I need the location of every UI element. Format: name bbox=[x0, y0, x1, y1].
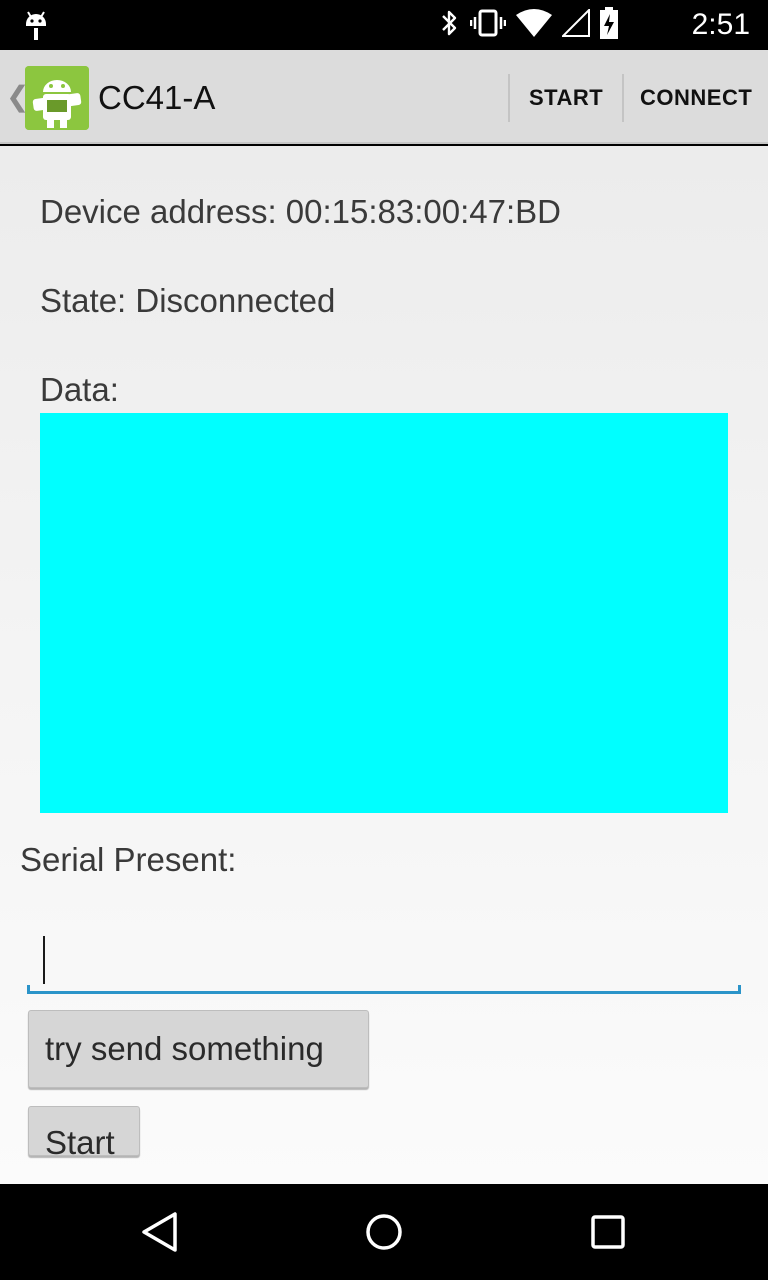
wifi-icon bbox=[516, 8, 552, 42]
start-button[interactable]: Start bbox=[28, 1106, 140, 1156]
recents-icon[interactable] bbox=[580, 1204, 636, 1260]
status-time: 2:51 bbox=[691, 8, 750, 41]
battery-charging-icon bbox=[600, 6, 618, 44]
bluetooth-icon bbox=[438, 8, 460, 43]
start-action-button[interactable]: START bbox=[529, 84, 603, 112]
status-bar: 2:51 bbox=[0, 0, 768, 50]
app-logo-icon[interactable] bbox=[25, 66, 89, 130]
main-content: Device address: 00:15:83:00:47:BD State:… bbox=[0, 146, 768, 1184]
back-icon[interactable] bbox=[132, 1204, 188, 1260]
android-debug-icon bbox=[22, 8, 50, 42]
data-display-area bbox=[40, 413, 728, 813]
text-cursor bbox=[43, 936, 45, 984]
connection-state-text: State: Disconnected bbox=[40, 282, 336, 319]
vibrate-icon bbox=[469, 8, 507, 43]
navigation-bar bbox=[0, 1184, 768, 1280]
connect-action-button[interactable]: CONNECT bbox=[640, 84, 752, 112]
home-icon[interactable] bbox=[356, 1204, 412, 1260]
cell-signal-icon bbox=[560, 7, 590, 42]
app-title: CC41-A bbox=[98, 79, 216, 116]
action-bar: ❮ CC41-A START CONNECT bbox=[0, 50, 768, 144]
action-divider bbox=[508, 74, 510, 122]
try-send-button[interactable]: try send something bbox=[28, 1010, 369, 1088]
serial-present-label: Serial Present: bbox=[20, 841, 237, 878]
send-text-input[interactable] bbox=[27, 926, 741, 994]
device-address-text: Device address: 00:15:83:00:47:BD bbox=[40, 193, 561, 230]
status-icons bbox=[438, 6, 618, 44]
action-divider bbox=[622, 74, 624, 122]
screen: 2:51 ❮ CC41-A START CONNECT Device addre… bbox=[0, 0, 768, 1280]
data-label: Data: bbox=[40, 371, 119, 408]
